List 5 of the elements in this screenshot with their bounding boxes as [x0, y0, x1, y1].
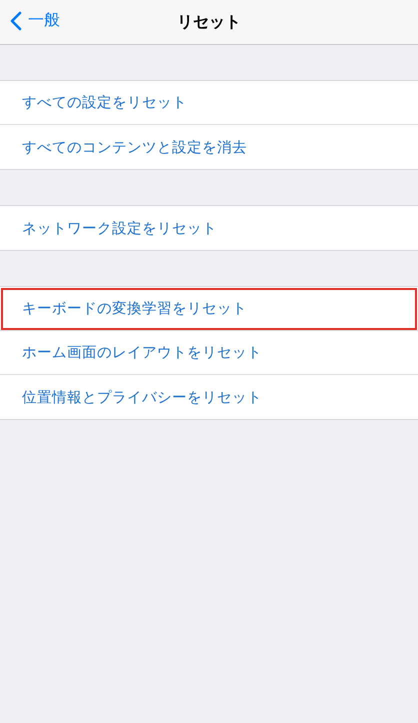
screen-title: リセット	[177, 12, 241, 32]
back-label: 一般	[28, 10, 60, 31]
reset-option[interactable]: キーボードの変換学習をリセット	[0, 287, 418, 331]
back-chevron-icon	[10, 10, 22, 30]
back-button[interactable]: 一般	[10, 10, 60, 31]
